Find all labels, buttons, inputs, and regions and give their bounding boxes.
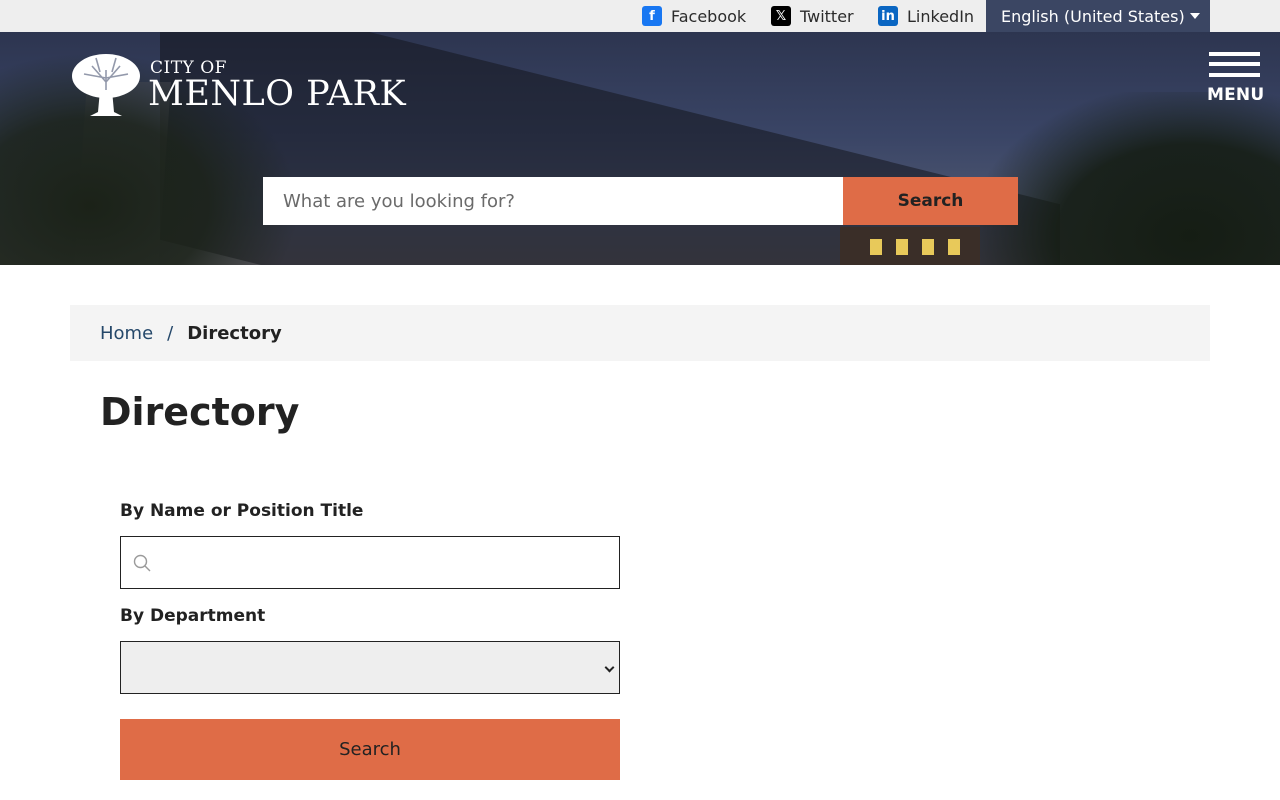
breadcrumb-current: Directory bbox=[187, 322, 282, 344]
breadcrumb-separator: / bbox=[167, 322, 174, 344]
department-field-label: By Department bbox=[120, 606, 266, 626]
menu-button[interactable]: MENU bbox=[1204, 51, 1264, 109]
site-search-button[interactable]: Search bbox=[843, 177, 1018, 225]
logo-big-text: MENLO PARK bbox=[148, 74, 407, 114]
menu-label: MENU bbox=[1207, 85, 1265, 105]
breadcrumb-home-link[interactable]: Home bbox=[100, 323, 153, 344]
language-label: English (United States) bbox=[1001, 6, 1185, 26]
facebook-link[interactable]: f Facebook bbox=[642, 0, 746, 32]
department-select[interactable] bbox=[120, 641, 620, 694]
name-search-input[interactable] bbox=[161, 537, 611, 588]
site-search-input[interactable] bbox=[263, 177, 843, 225]
name-field-label: By Name or Position Title bbox=[120, 501, 364, 521]
site-search: Search bbox=[263, 177, 1018, 225]
caret-down-icon bbox=[1190, 13, 1200, 19]
search-icon bbox=[133, 554, 151, 572]
hero-background-trees-right bbox=[980, 92, 1280, 265]
linkedin-link[interactable]: in LinkedIn bbox=[878, 0, 974, 32]
facebook-label: Facebook bbox=[671, 6, 747, 26]
breadcrumb: Home / Directory bbox=[70, 305, 1210, 361]
twitter-label: Twitter bbox=[800, 6, 854, 26]
hero-background-house bbox=[840, 227, 980, 265]
linkedin-icon: in bbox=[878, 6, 898, 26]
linkedin-label: LinkedIn bbox=[907, 6, 975, 26]
twitter-link[interactable]: 𝕏 Twitter bbox=[771, 0, 854, 32]
utility-bar: f Facebook 𝕏 Twitter in LinkedIn English… bbox=[0, 0, 1280, 32]
facebook-icon: f bbox=[642, 6, 662, 26]
name-search-field[interactable] bbox=[120, 536, 620, 589]
city-logo[interactable]: CITY OF MENLO PARK bbox=[70, 52, 406, 118]
oak-tree-logo-icon bbox=[72, 54, 140, 116]
language-selector[interactable]: English (United States) bbox=[986, 0, 1210, 32]
chevron-down-icon bbox=[604, 662, 615, 673]
hamburger-icon bbox=[1209, 52, 1260, 56]
x-icon: 𝕏 bbox=[771, 6, 791, 26]
directory-search-button[interactable]: Search bbox=[120, 719, 620, 780]
page-title: Directory bbox=[100, 390, 300, 434]
